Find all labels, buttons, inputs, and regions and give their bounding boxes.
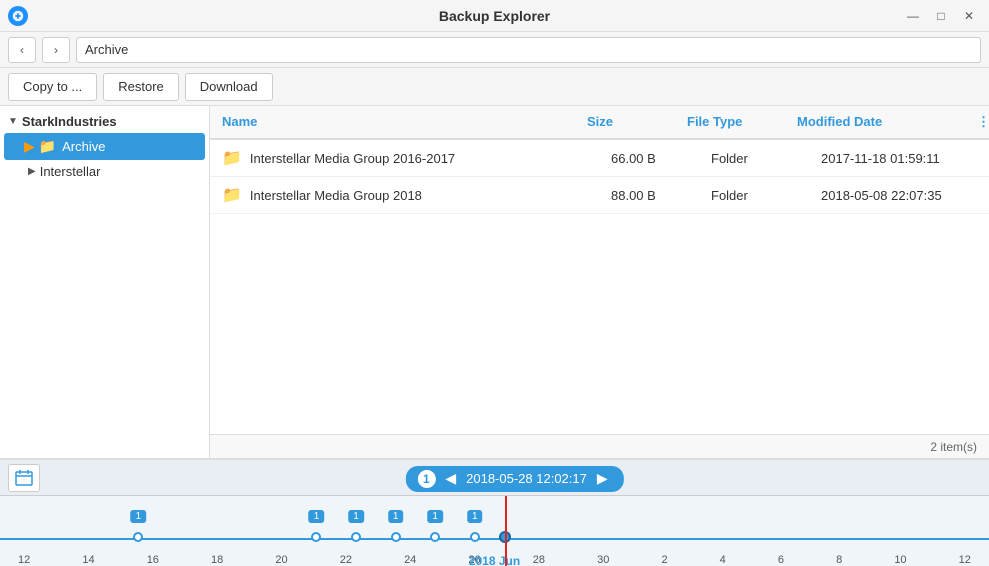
sidebar-item-interstellar[interactable]: ▶ Interstellar [0,160,209,183]
tick-label: 24 [404,554,416,566]
tick-label: 20 [275,554,287,566]
timeline-marker: 1 [348,510,364,523]
file-date-cell: 2017-11-18 01:59:11 [809,143,989,174]
col-header-size[interactable]: Size [575,106,675,138]
timeline-header: 1 ◀ 2018-05-28 12:02:17 ▶ [0,460,989,496]
sidebar-group-starkindustries: ▼ StarkIndustries ▶ 📁 Archive ▶ Interste… [0,106,209,187]
file-list: Name Size File Type Modified Date ⋮ 📁 In… [210,106,989,434]
folder-icon: 📁 [222,148,242,168]
col-header-name[interactable]: Name [210,106,575,138]
minimize-button[interactable]: — [901,6,925,26]
file-type-cell: Folder [699,180,809,211]
chevron-right-icon: ▶ [28,166,36,177]
timeline-baseline [0,538,989,540]
file-size-cell: 66.00 B [599,143,699,174]
tick-label: 8 [836,554,842,566]
path-bar[interactable]: Archive [76,37,981,63]
tick-label: 28 [533,554,545,566]
file-name-label: Interstellar Media Group 2018 [250,188,422,203]
file-type-cell: Folder [699,143,809,174]
tick-label: 2 [661,554,667,566]
timeline-date-label: 2018-05-28 12:02:17 [466,471,587,486]
timeline-marker: 1 [131,510,147,523]
timeline-version-bubble: 1 ◀ 2018-05-28 12:02:17 ▶ [405,466,623,492]
status-bar: 2 item(s) [210,434,989,458]
forward-button[interactable]: › [42,37,70,63]
tick-label: 16 [147,554,159,566]
tick-label: 14 [82,554,94,566]
file-date-cell: 2018-05-08 22:07:35 [809,180,989,211]
sidebar-sub-item-label: Interstellar [40,164,101,179]
item-count-label: 2 item(s) [930,440,977,454]
timeline-month-label: 2018 Jun [469,554,520,566]
sidebar-group-label: StarkIndustries [22,114,117,129]
titlebar: Backup Explorer — □ ✕ [0,0,989,32]
titlebar-left [8,6,28,26]
timeline-marker: 1 [467,510,483,523]
close-button[interactable]: ✕ [957,6,981,26]
timeline-dot[interactable] [430,532,440,542]
timeline-track[interactable]: 1 1 1 1 1 1 12 14 16 18 20 22 24 26 28 3… [0,496,989,566]
timeline-dot[interactable] [133,532,143,542]
col-header-modified-date[interactable]: Modified Date [785,106,965,138]
tick-label: 18 [211,554,223,566]
back-button[interactable]: ‹ [8,37,36,63]
file-panel: Name Size File Type Modified Date ⋮ 📁 In… [210,106,989,458]
window-controls: — □ ✕ [901,6,981,26]
sidebar-item-archive[interactable]: ▶ 📁 Archive [4,133,205,160]
timeline-dot[interactable] [351,532,361,542]
timeline-dot[interactable] [391,532,401,542]
timeline-prev-button[interactable]: ◀ [441,470,460,487]
copy-to-button[interactable]: Copy to ... [8,73,97,101]
calendar-icon-btn[interactable] [8,464,40,492]
timeline-current-position-line [505,496,507,566]
timeline-dot[interactable] [470,532,480,542]
table-row[interactable]: 📁 Interstellar Media Group 2018 88.00 B … [210,177,989,214]
col-header-more[interactable]: ⋮ [965,106,989,138]
tick-label: 22 [340,554,352,566]
folder-icon: 📁 [222,185,242,205]
tick-label: 10 [894,554,906,566]
col-header-file-type[interactable]: File Type [675,106,785,138]
timeline-marker: 1 [388,510,404,523]
main-container: ▼ StarkIndustries ▶ 📁 Archive ▶ Interste… [0,106,989,458]
timeline-dot[interactable] [311,532,321,542]
restore-button[interactable]: Restore [103,73,179,101]
timeline-next-button[interactable]: ▶ [593,470,612,487]
navbar: ‹ › Archive [0,32,989,68]
folder-icon: ▶ 📁 [24,138,56,155]
tick-label: 4 [720,554,726,566]
toolbar: Copy to ... Restore Download [0,68,989,106]
sidebar: ▼ StarkIndustries ▶ 📁 Archive ▶ Interste… [0,106,210,458]
maximize-button[interactable]: □ [929,6,953,26]
timeline-marker: 1 [309,510,325,523]
file-name-cell: 📁 Interstellar Media Group 2016-2017 [210,140,599,176]
chevron-down-icon: ▼ [8,116,18,127]
sidebar-item-label: Archive [62,139,105,154]
file-name-label: Interstellar Media Group 2016-2017 [250,151,455,166]
timeline-area: 1 ◀ 2018-05-28 12:02:17 ▶ 1 1 1 1 1 1 12 [0,458,989,566]
tick-label: 12 [959,554,971,566]
file-size-cell: 88.00 B [599,180,699,211]
download-button[interactable]: Download [185,73,273,101]
tick-label: 30 [597,554,609,566]
window-title: Backup Explorer [439,8,550,24]
file-name-cell: 📁 Interstellar Media Group 2018 [210,177,599,213]
tick-label: 12 [18,554,30,566]
tick-label: 6 [778,554,784,566]
app-icon [8,6,28,26]
version-number: 1 [417,470,435,488]
timeline-marker: 1 [427,510,443,523]
sidebar-group-header[interactable]: ▼ StarkIndustries [0,110,209,133]
table-row[interactable]: 📁 Interstellar Media Group 2016-2017 66.… [210,140,989,177]
file-list-header: Name Size File Type Modified Date ⋮ [210,106,989,140]
